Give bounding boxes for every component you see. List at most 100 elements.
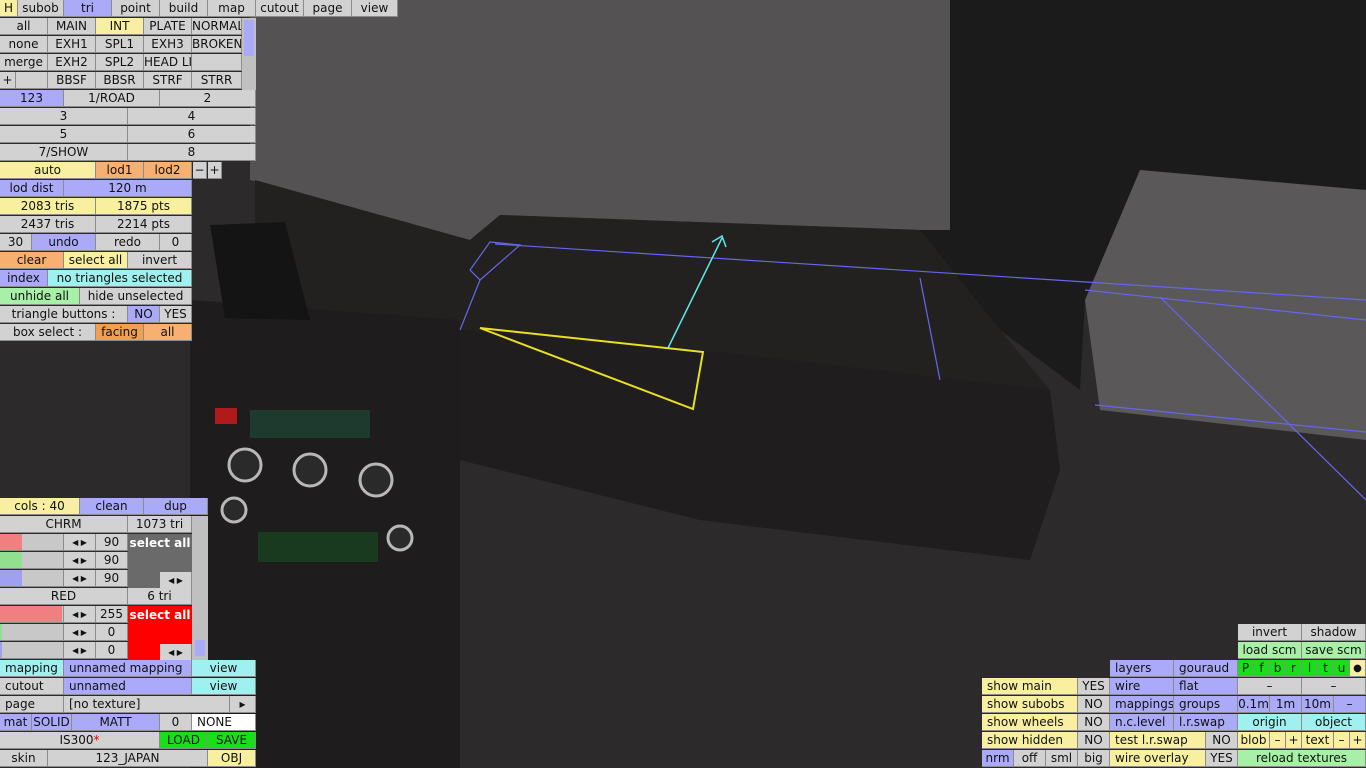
blue-value[interactable]: 0 [96, 642, 128, 659]
subob-strr[interactable]: STRR [192, 72, 242, 89]
green-value[interactable]: 90 [96, 552, 128, 569]
layer-5[interactable]: 5 [0, 126, 128, 143]
subob-spl2[interactable]: SPL2 [96, 54, 144, 71]
index-value[interactable]: no triangles selected [48, 270, 192, 287]
save-scm-button[interactable]: save scm [1302, 642, 1366, 659]
big-button[interactable]: big [1078, 750, 1110, 767]
text-minus-button[interactable]: – [1334, 732, 1350, 749]
subob-bbsr[interactable]: BBSR [96, 72, 144, 89]
page-value[interactable]: [no texture] [64, 696, 230, 713]
lod-auto-button[interactable]: auto [0, 162, 96, 179]
swatch-arrows-icon[interactable]: ◀ ▶ [160, 572, 192, 589]
subob-scrollbar[interactable] [242, 18, 256, 90]
lod2-button[interactable]: lod2 [144, 162, 192, 179]
reload-textures-button[interactable]: reload textures [1238, 750, 1366, 767]
blue-arrows-icon[interactable]: ◀ ▶ [64, 570, 96, 587]
subob-exh1[interactable]: EXH1 [48, 36, 96, 53]
blob-plus-button[interactable]: + [1286, 732, 1302, 749]
blob-minus-button[interactable]: – [1270, 732, 1286, 749]
lr-swap-button[interactable]: l.r.swap [1174, 714, 1238, 731]
flat-button[interactable]: flat [1174, 678, 1238, 695]
hide-unselected-button[interactable]: hide unselected [80, 288, 192, 305]
groups-button[interactable]: groups [1174, 696, 1238, 713]
menu-h-button[interactable]: H [0, 0, 18, 17]
matt-button[interactable]: MATT [72, 714, 160, 731]
menu-tab-view[interactable]: view [352, 0, 398, 17]
undo-button[interactable]: undo [32, 234, 96, 251]
shadow-t-button[interactable]: t [1318, 660, 1334, 677]
lod-dist-value[interactable]: 120 m [64, 180, 192, 197]
subob-normal[interactable]: NORMAL [192, 18, 242, 35]
load-scm-button[interactable]: load scm [1238, 642, 1302, 659]
red-value[interactable]: 255 [96, 606, 128, 623]
subob-exh3[interactable]: EXH3 [144, 36, 192, 53]
lod-minus-button[interactable]: − [193, 162, 207, 179]
shadow-l-button[interactable]: l [1302, 660, 1318, 677]
menu-tab-tri[interactable]: tri [64, 0, 112, 17]
dist-0-1m-button[interactable]: 0.1m [1238, 696, 1270, 713]
green-arrows-icon[interactable]: ◀ ▶ [64, 552, 96, 569]
load-button[interactable]: LOAD [160, 732, 208, 749]
shadow-dash-right[interactable]: – [1302, 678, 1366, 695]
blue-value[interactable]: 90 [96, 570, 128, 587]
show-subobs-toggle[interactable]: NO [1078, 696, 1110, 713]
layer-4[interactable]: 4 [128, 108, 256, 125]
obj-button[interactable]: OBJ [208, 750, 256, 767]
show-hidden-toggle[interactable]: NO [1078, 732, 1110, 749]
off-button[interactable]: off [1014, 750, 1046, 767]
box-select-facing[interactable]: facing [96, 324, 144, 341]
skin-value[interactable]: 123_JAPAN [48, 750, 208, 767]
scrollbar-thumb[interactable] [244, 20, 254, 56]
dup-button[interactable]: dup [144, 498, 208, 515]
shadow-button[interactable]: shadow [1302, 624, 1366, 641]
blue-slider[interactable] [0, 570, 64, 587]
dist-1m-button[interactable]: 1m [1270, 696, 1302, 713]
dist-minus-button[interactable]: – [1334, 696, 1366, 713]
lod-plus-button[interactable]: + [208, 162, 222, 179]
cutout-view-button[interactable]: view [192, 678, 256, 695]
green-slider[interactable] [0, 552, 64, 569]
lod1-button[interactable]: lod1 [96, 162, 144, 179]
red-slider[interactable] [0, 534, 64, 551]
triangle-buttons-no[interactable]: NO [128, 306, 160, 323]
wire-overlay-toggle[interactable]: YES [1206, 750, 1238, 767]
sml-button[interactable]: sml [1046, 750, 1078, 767]
red-value[interactable]: 90 [96, 534, 128, 551]
object-button[interactable]: object [1302, 714, 1366, 731]
green-value[interactable]: 0 [96, 624, 128, 641]
menu-tab-build[interactable]: build [160, 0, 208, 17]
test-lr-swap-toggle[interactable]: NO [1206, 732, 1238, 749]
nrm-button[interactable]: nrm [982, 750, 1014, 767]
material-name[interactable]: CHRM [0, 516, 128, 533]
triangle-buttons-yes[interactable]: YES [160, 306, 192, 323]
layer-123[interactable]: 123 [0, 90, 64, 107]
menu-tab-page[interactable]: page [304, 0, 352, 17]
text-plus-button[interactable]: + [1350, 732, 1366, 749]
red-slider[interactable] [0, 606, 64, 623]
mapping-value[interactable]: unnamed mapping [64, 660, 192, 677]
subob-merge-button[interactable]: merge [0, 54, 48, 71]
invert-selection-button[interactable]: invert [128, 252, 192, 269]
subob-broken[interactable]: BROKEN [192, 36, 242, 53]
shadow-dot-icon[interactable]: ● [1350, 660, 1366, 677]
mat-none[interactable]: NONE [192, 714, 256, 731]
subob-plus-button[interactable]: + [0, 72, 16, 89]
subob-spl1[interactable]: SPL1 [96, 36, 144, 53]
layer-7-show[interactable]: 7/SHOW [0, 144, 128, 161]
layer-1-road[interactable]: 1/ROAD [64, 90, 160, 107]
subob-head-li[interactable]: HEAD LI [144, 54, 192, 71]
shadow-invert-button[interactable]: invert [1238, 624, 1302, 641]
mat-zero[interactable]: 0 [160, 714, 192, 731]
shadow-b-button[interactable]: b [1270, 660, 1286, 677]
solid-button[interactable]: SOLID [32, 714, 72, 731]
shadow-u-button[interactable]: u [1334, 660, 1350, 677]
mapping-view-button[interactable]: view [192, 660, 256, 677]
materials-scrollbar[interactable] [192, 516, 208, 660]
page-play-icon[interactable]: ▸ [230, 696, 256, 713]
save-button[interactable]: SAVE [208, 732, 256, 749]
subob-strf[interactable]: STRF [144, 72, 192, 89]
red-arrows-icon[interactable]: ◀ ▶ [64, 606, 96, 623]
red-arrows-icon[interactable]: ◀ ▶ [64, 534, 96, 551]
subob-bbsf[interactable]: BBSF [48, 72, 96, 89]
show-main-toggle[interactable]: YES [1078, 678, 1110, 695]
